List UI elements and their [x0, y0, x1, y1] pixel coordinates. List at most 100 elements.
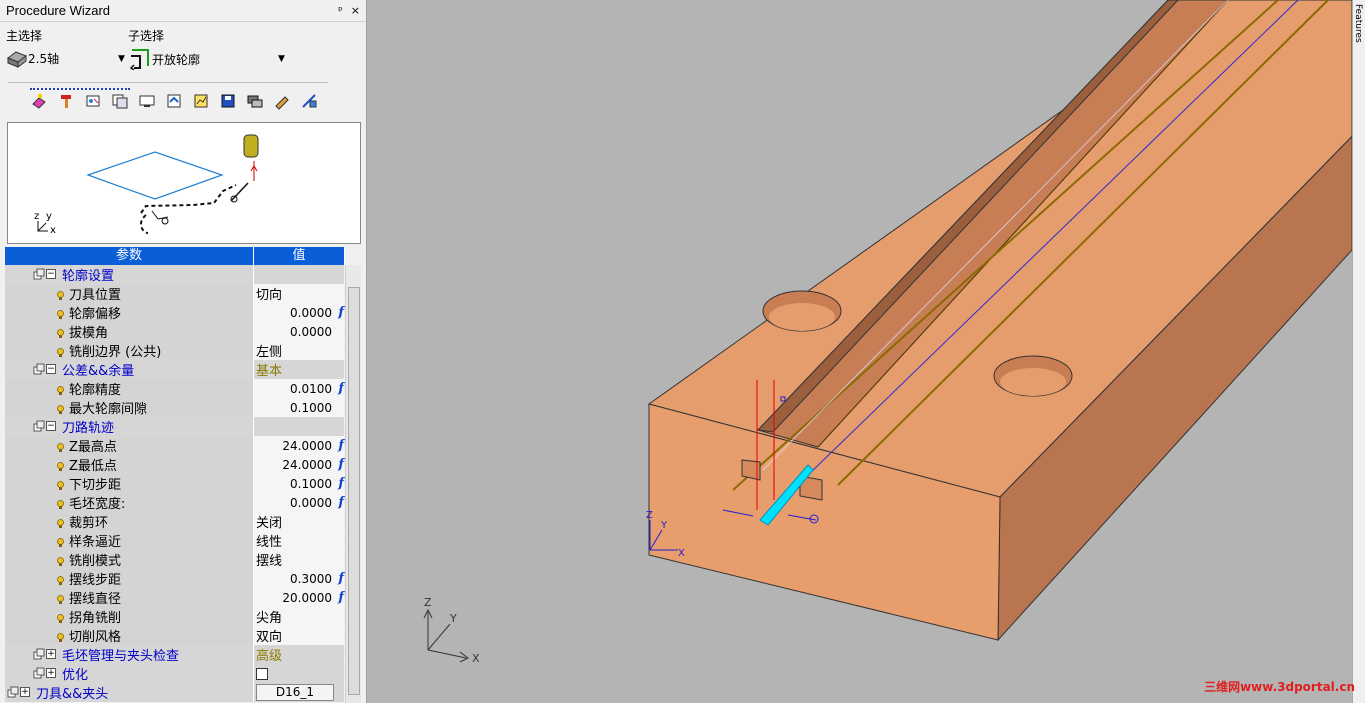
collapse-icon[interactable]: − — [46, 421, 56, 431]
param-row[interactable]: 轮廓精度 0.0100 f — [5, 379, 345, 398]
param-cell[interactable]: 最大轮廓间隙 — [5, 398, 254, 417]
param-cell[interactable]: − 轮廓设置 — [5, 265, 254, 284]
copy-params-icon[interactable] — [109, 90, 130, 111]
formula-icon[interactable]: f — [338, 571, 344, 586]
collapse-icon[interactable]: − — [46, 269, 56, 279]
collapse-icon[interactable]: − — [46, 364, 56, 374]
param-row[interactable]: 铣削模式 摆线 — [5, 550, 345, 569]
param-cell[interactable]: 铣削模式 — [5, 550, 254, 569]
pin-icon[interactable]: ᵖ — [338, 4, 343, 17]
value-cell[interactable]: 0.0000 — [254, 322, 344, 341]
value-cell[interactable] — [254, 664, 344, 683]
param-cell[interactable]: 毛坯宽度: — [5, 493, 254, 512]
param-cell[interactable]: 样条逼近 — [5, 531, 254, 550]
column-header-param[interactable]: 参数 — [5, 247, 254, 265]
group-row[interactable]: − 公差&&余量 基本 — [5, 360, 345, 379]
param-row[interactable]: 裁剪环 关闭 — [5, 512, 345, 531]
value-cell[interactable]: 0.1000 — [254, 398, 344, 417]
param-row[interactable]: 下切步距 0.1000 f — [5, 474, 345, 493]
optimize-checkbox[interactable] — [256, 667, 268, 680]
param-row[interactable]: Z最高点 24.0000 f — [5, 436, 345, 455]
formula-icon[interactable]: f — [338, 305, 344, 320]
group-row[interactable]: − 轮廓设置 — [5, 265, 345, 284]
value-cell[interactable]: 24.0000 f — [254, 436, 344, 455]
value-cell[interactable]: 0.3000 f — [254, 569, 344, 588]
value-cell[interactable]: 双向 — [254, 626, 344, 645]
value-cell[interactable] — [254, 265, 344, 284]
value-cell[interactable]: 尖角 — [254, 607, 344, 626]
value-cell[interactable]: 基本 — [254, 360, 344, 379]
param-row[interactable]: 毛坯宽度: 0.0000 f — [5, 493, 345, 512]
close-icon[interactable]: × — [351, 4, 360, 17]
formula-icon[interactable]: f — [338, 590, 344, 605]
tool-select-button[interactable]: D16_1 — [256, 684, 334, 701]
formula-icon[interactable]: f — [338, 457, 344, 472]
group-row[interactable]: + 刀具&&夹头 D16_1 — [5, 683, 345, 702]
param-cell[interactable]: 拐角铣削 — [5, 607, 254, 626]
formula-icon[interactable]: f — [338, 438, 344, 453]
param-cell[interactable]: 裁剪环 — [5, 512, 254, 531]
value-cell[interactable]: 20.0000 f — [254, 588, 344, 607]
edit-icon[interactable] — [271, 90, 292, 111]
sub-selection-dropdown[interactable]: 开放轮廓 ▼ — [128, 48, 288, 70]
value-cell[interactable]: 摆线 — [254, 550, 344, 569]
param-cell[interactable]: + 优化 — [5, 664, 254, 683]
tool-icon[interactable] — [55, 90, 76, 111]
param-cell[interactable]: Z最高点 — [5, 436, 254, 455]
param-cell[interactable]: 刀具位置 — [5, 284, 254, 303]
value-cell[interactable]: D16_1 — [254, 683, 344, 702]
value-cell[interactable] — [254, 417, 344, 436]
value-cell[interactable]: 24.0000 f — [254, 455, 344, 474]
param-cell[interactable]: Z最低点 — [5, 455, 254, 474]
value-cell[interactable]: 高级 — [254, 645, 344, 664]
value-cell[interactable]: 0.0000 f — [254, 303, 344, 322]
formula-icon[interactable]: f — [338, 381, 344, 396]
disk-icon[interactable] — [217, 90, 238, 111]
param-cell[interactable]: 切削风格 — [5, 626, 254, 645]
value-cell[interactable]: 0.0000 f — [254, 493, 344, 512]
param-row[interactable]: 摆线直径 20.0000 f — [5, 588, 345, 607]
param-cell[interactable]: 摆线直径 — [5, 588, 254, 607]
column-header-value[interactable]: 值 — [254, 247, 345, 265]
value-cell[interactable]: 切向 — [254, 284, 344, 303]
param-row[interactable]: 摆线步距 0.3000 f — [5, 569, 345, 588]
value-cell[interactable]: 线性 — [254, 531, 344, 550]
group-row[interactable]: − 刀路轨迹 — [5, 417, 345, 436]
cut-icon[interactable] — [298, 90, 319, 111]
param-cell[interactable]: − 刀路轨迹 — [5, 417, 254, 436]
param-row[interactable]: 刀具位置 切向 — [5, 284, 345, 303]
param-cell[interactable]: 铣削边界 (公共) — [5, 341, 254, 360]
param-row[interactable]: 铣削边界 (公共) 左侧 — [5, 341, 345, 360]
param-cell[interactable]: 下切步距 — [5, 474, 254, 493]
param-cell[interactable]: 轮廓精度 — [5, 379, 254, 398]
param-cell[interactable]: + 刀具&&夹头 — [5, 683, 254, 702]
param-row[interactable]: 拔模角 0.0000 — [5, 322, 345, 341]
expand-icon[interactable]: + — [46, 649, 56, 659]
value-cell[interactable]: 关闭 — [254, 512, 344, 531]
value-cell[interactable]: 0.1000 f — [254, 474, 344, 493]
param-row[interactable]: 轮廓偏移 0.0000 f — [5, 303, 345, 322]
save-template-icon[interactable] — [163, 90, 184, 111]
expand-icon[interactable]: + — [46, 668, 56, 678]
param-cell[interactable]: + 毛坯管理与夹头检查 — [5, 645, 254, 664]
3d-viewport[interactable]: Z Y X Z Y X — [368, 0, 1352, 703]
main-selection-dropdown[interactable]: 2.5轴 ▼ — [6, 48, 126, 68]
param-cell[interactable]: − 公差&&余量 — [5, 360, 254, 379]
scrollbar-thumb[interactable] — [348, 287, 360, 695]
group-row[interactable]: + 毛坯管理与夹头检查 高级 — [5, 645, 345, 664]
value-cell[interactable]: 0.0100 f — [254, 379, 344, 398]
param-cell[interactable]: 拔模角 — [5, 322, 254, 341]
formula-icon[interactable]: f — [338, 495, 344, 510]
part-model[interactable]: Z Y X Z Y X — [368, 0, 1352, 703]
monitor-icon[interactable] — [136, 90, 157, 111]
param-cell[interactable]: 摆线步距 — [5, 569, 254, 588]
param-row[interactable]: 拐角铣削 尖角 — [5, 607, 345, 626]
expand-icon[interactable]: + — [20, 687, 30, 697]
group-row[interactable]: + 优化 — [5, 664, 345, 683]
scrollbar[interactable] — [345, 265, 361, 703]
view-params-icon[interactable] — [82, 90, 103, 111]
param-row[interactable]: 样条逼近 线性 — [5, 531, 345, 550]
value-cell[interactable]: 左侧 — [254, 341, 344, 360]
features-side-tab[interactable]: Features — [1352, 0, 1365, 703]
param-row[interactable]: 切削风格 双向 — [5, 626, 345, 645]
